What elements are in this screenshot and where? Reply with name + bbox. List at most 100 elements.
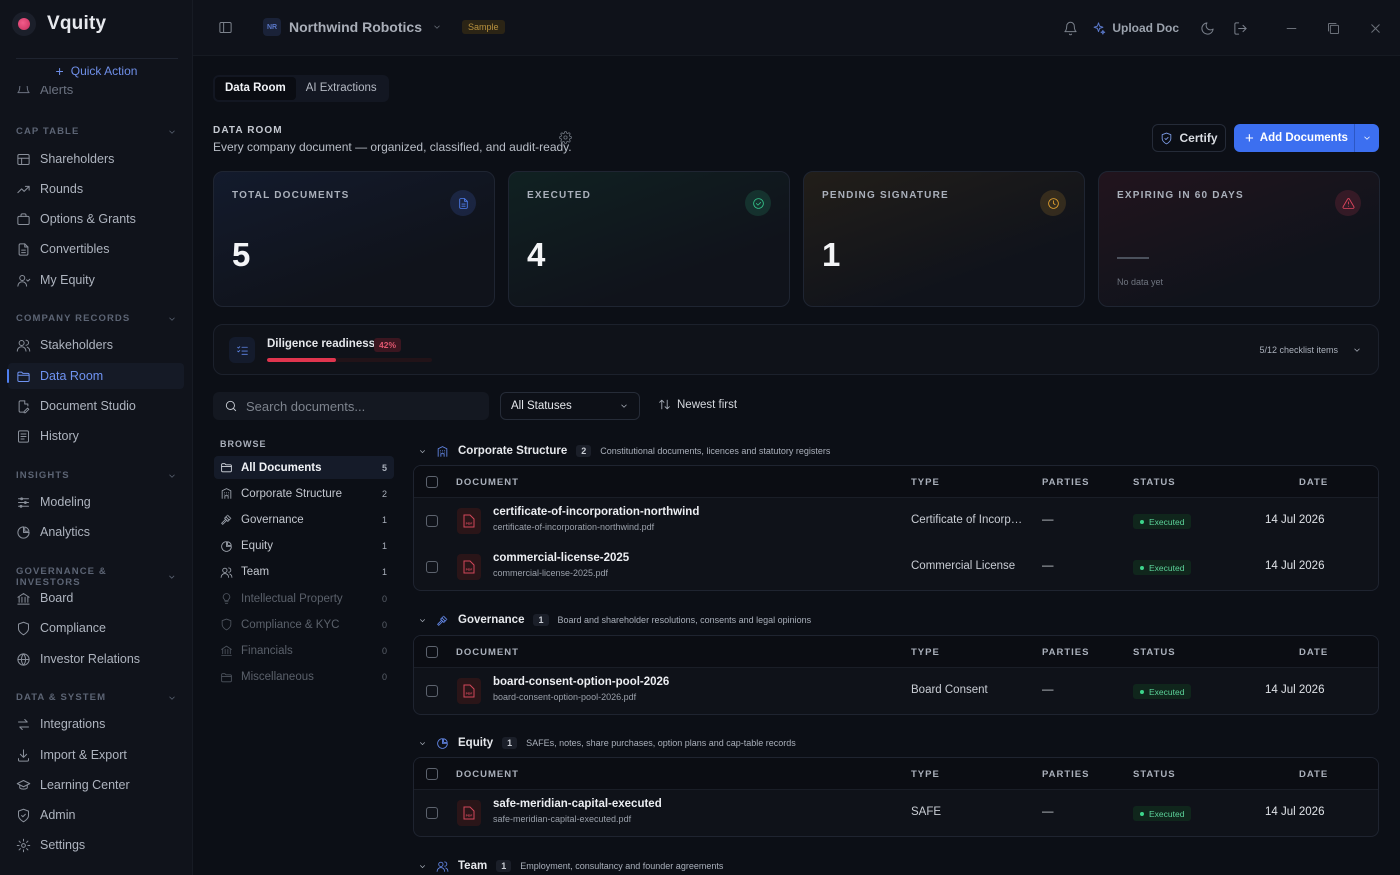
sidebar-item-settings[interactable]: Settings bbox=[8, 832, 184, 858]
close-window-button[interactable] bbox=[1354, 21, 1396, 36]
column-header-date[interactable]: DATE bbox=[1299, 769, 1328, 780]
search-input[interactable] bbox=[246, 398, 476, 414]
row-checkbox[interactable] bbox=[426, 807, 438, 819]
column-header-type[interactable]: TYPE bbox=[911, 769, 940, 780]
row-checkbox[interactable] bbox=[426, 561, 438, 573]
browse-item-miscellaneous[interactable]: Miscellaneous 0 bbox=[214, 666, 394, 689]
sidebar-item-investor-relations[interactable]: Investor Relations bbox=[8, 646, 184, 672]
maximize-button[interactable] bbox=[1312, 21, 1354, 36]
column-header-type[interactable]: TYPE bbox=[911, 477, 940, 488]
browse-item-compliance-and-kyc[interactable]: Compliance & KYC 0 bbox=[214, 613, 394, 636]
column-header-date[interactable]: DATE bbox=[1299, 477, 1328, 488]
column-header-status[interactable]: STATUS bbox=[1133, 477, 1176, 488]
sidebar-item-learning-center[interactable]: Learning Center bbox=[8, 772, 184, 798]
sidebar-item-shareholders[interactable]: Shareholders bbox=[8, 146, 184, 172]
column-header-status[interactable]: STATUS bbox=[1133, 769, 1176, 780]
browse-item-all-documents[interactable]: All Documents 5 bbox=[214, 456, 394, 479]
org-switcher[interactable]: NR Northwind Robotics Sample bbox=[263, 18, 505, 36]
chevron-down-icon bbox=[434, 25, 440, 29]
section-data-and-system[interactable]: DATA & SYSTEM bbox=[16, 692, 177, 703]
group-header-corporate-structure[interactable]: Corporate Structure 2 Constitutional docum… bbox=[418, 443, 830, 459]
sidebar-item-rounds[interactable]: Rounds bbox=[8, 176, 184, 202]
column-header-date[interactable]: DATE bbox=[1299, 647, 1328, 658]
stat-label: PENDING SIGNATURE bbox=[822, 190, 949, 201]
sidebar-item-data-room[interactable]: Data Room bbox=[7, 363, 184, 389]
notifications-button[interactable] bbox=[1063, 21, 1078, 36]
sort-button[interactable]: Newest first bbox=[658, 398, 737, 411]
data-room-settings-button[interactable] bbox=[559, 131, 572, 144]
chevron-down-icon bbox=[169, 473, 175, 478]
sidebar-item-convertibles[interactable]: Convertibles bbox=[8, 236, 184, 262]
plus-icon: + bbox=[1245, 129, 1254, 147]
table-row[interactable]: PDF board-consent-option-pool-2026 board-c… bbox=[414, 668, 1378, 714]
sidebar-item-analytics[interactable]: Analytics bbox=[8, 519, 184, 545]
sidebar-item-import-and-export[interactable]: Import & Export bbox=[8, 742, 184, 768]
document-name[interactable]: safe-meridian-capital-executed bbox=[493, 798, 662, 810]
minimize-button[interactable] bbox=[1270, 21, 1312, 36]
sidebar-item-options-and-grants[interactable]: Options & Grants bbox=[8, 206, 184, 232]
browse-item-financials[interactable]: Financials 0 bbox=[214, 639, 394, 662]
browse-item-equity[interactable]: Equity 1 bbox=[214, 535, 394, 558]
document-name[interactable]: commercial-license-2025 bbox=[493, 552, 629, 564]
sidebar-item-document-studio[interactable]: Document Studio bbox=[8, 393, 184, 419]
sidebar-toggle-button[interactable] bbox=[218, 20, 233, 35]
sidebar-item-my-equity[interactable]: My Equity bbox=[8, 267, 184, 293]
certify-button[interactable]: Certify bbox=[1152, 124, 1226, 152]
column-header-parties[interactable]: PARTIES bbox=[1042, 477, 1089, 488]
group-name: Corporate Structure bbox=[458, 445, 568, 457]
document-type: Board Consent bbox=[911, 684, 988, 696]
logout-button[interactable] bbox=[1233, 21, 1248, 36]
document-name[interactable]: certificate-of-incorporation-northwind bbox=[493, 506, 699, 518]
select-all-checkbox[interactable] bbox=[426, 768, 438, 780]
group-description: Constitutional documents, licences and s… bbox=[600, 446, 831, 456]
select-all-checkbox[interactable] bbox=[426, 476, 438, 488]
table-row[interactable]: PDF commercial-license-2025 commercial-lic… bbox=[414, 544, 1378, 590]
tab-ai-extractions[interactable]: AI Extractions bbox=[296, 77, 387, 100]
select-all-checkbox[interactable] bbox=[426, 646, 438, 658]
group-header-governance[interactable]: Governance 1 Board and shareholder resolut… bbox=[418, 612, 811, 628]
diligence-readiness-panel[interactable]: Diligence readiness 42% 5/12 checklist i… bbox=[213, 324, 1379, 375]
table-row[interactable]: PDF safe-meridian-capital-executed safe-me… bbox=[414, 790, 1378, 836]
table-row[interactable]: PDF certificate-of-incorporation-northwin… bbox=[414, 498, 1378, 544]
row-checkbox[interactable] bbox=[426, 685, 438, 697]
status-filter-select[interactable]: All Statuses bbox=[500, 392, 640, 420]
sidebar-item-compliance[interactable]: Compliance bbox=[8, 615, 184, 641]
browse-item-governance[interactable]: Governance 1 bbox=[214, 508, 394, 531]
column-header-document[interactable]: DOCUMENT bbox=[456, 647, 519, 658]
sidebar-item-stakeholders[interactable]: Stakeholders bbox=[8, 332, 184, 358]
row-checkbox[interactable] bbox=[426, 515, 438, 527]
sidebar-item-alerts[interactable]: Alerts bbox=[16, 86, 73, 98]
add-documents-button[interactable]: + Add Documents bbox=[1234, 124, 1354, 152]
column-header-parties[interactable]: PARTIES bbox=[1042, 647, 1089, 658]
sidebar-item-integrations[interactable]: Integrations bbox=[8, 711, 184, 737]
column-header-status[interactable]: STATUS bbox=[1133, 647, 1176, 658]
sidebar-item-history[interactable]: History bbox=[8, 423, 184, 449]
chevron-down-icon bbox=[419, 741, 426, 745]
column-header-document[interactable]: DOCUMENT bbox=[456, 769, 519, 780]
brand[interactable]: Vquity bbox=[12, 12, 106, 36]
file-icon bbox=[458, 197, 468, 209]
column-header-type[interactable]: TYPE bbox=[911, 647, 940, 658]
group-header-equity[interactable]: Equity 1 SAFEs, notes, share purchases, op… bbox=[418, 735, 796, 751]
sidebar-item-board[interactable]: Board bbox=[8, 585, 184, 611]
column-header-document[interactable]: DOCUMENT bbox=[456, 477, 519, 488]
theme-toggle-button[interactable] bbox=[1200, 21, 1215, 36]
browse-item-team[interactable]: Team 1 bbox=[214, 561, 394, 584]
group-header-team[interactable]: Team 1 Employment, consultancy and founder… bbox=[418, 858, 723, 874]
browse-item-corporate-structure[interactable]: Corporate Structure 2 bbox=[214, 482, 394, 505]
add-documents-menu-button[interactable] bbox=[1354, 124, 1379, 152]
sidebar-item-label: Analytics bbox=[40, 525, 91, 539]
column-header-parties[interactable]: PARTIES bbox=[1042, 769, 1089, 780]
section-company-records[interactable]: COMPANY RECORDS bbox=[16, 313, 177, 324]
sidebar-item-modeling[interactable]: Modeling bbox=[8, 489, 184, 515]
building-icon bbox=[437, 445, 448, 457]
document-name[interactable]: board-consent-option-pool-2026 bbox=[493, 676, 669, 688]
clock-icon bbox=[1047, 197, 1059, 209]
quick-action-button[interactable]: + Quick Action bbox=[0, 64, 192, 78]
upload-doc-button[interactable]: Upload Doc bbox=[1091, 21, 1179, 36]
tab-data-room[interactable]: Data Room bbox=[215, 77, 296, 100]
sidebar-item-admin[interactable]: Admin bbox=[8, 802, 184, 828]
section-insights[interactable]: INSIGHTS bbox=[16, 470, 177, 481]
browse-item-intellectual-property[interactable]: Intellectual Property 0 bbox=[214, 587, 394, 610]
section-cap-table[interactable]: CAP TABLE bbox=[16, 126, 177, 137]
